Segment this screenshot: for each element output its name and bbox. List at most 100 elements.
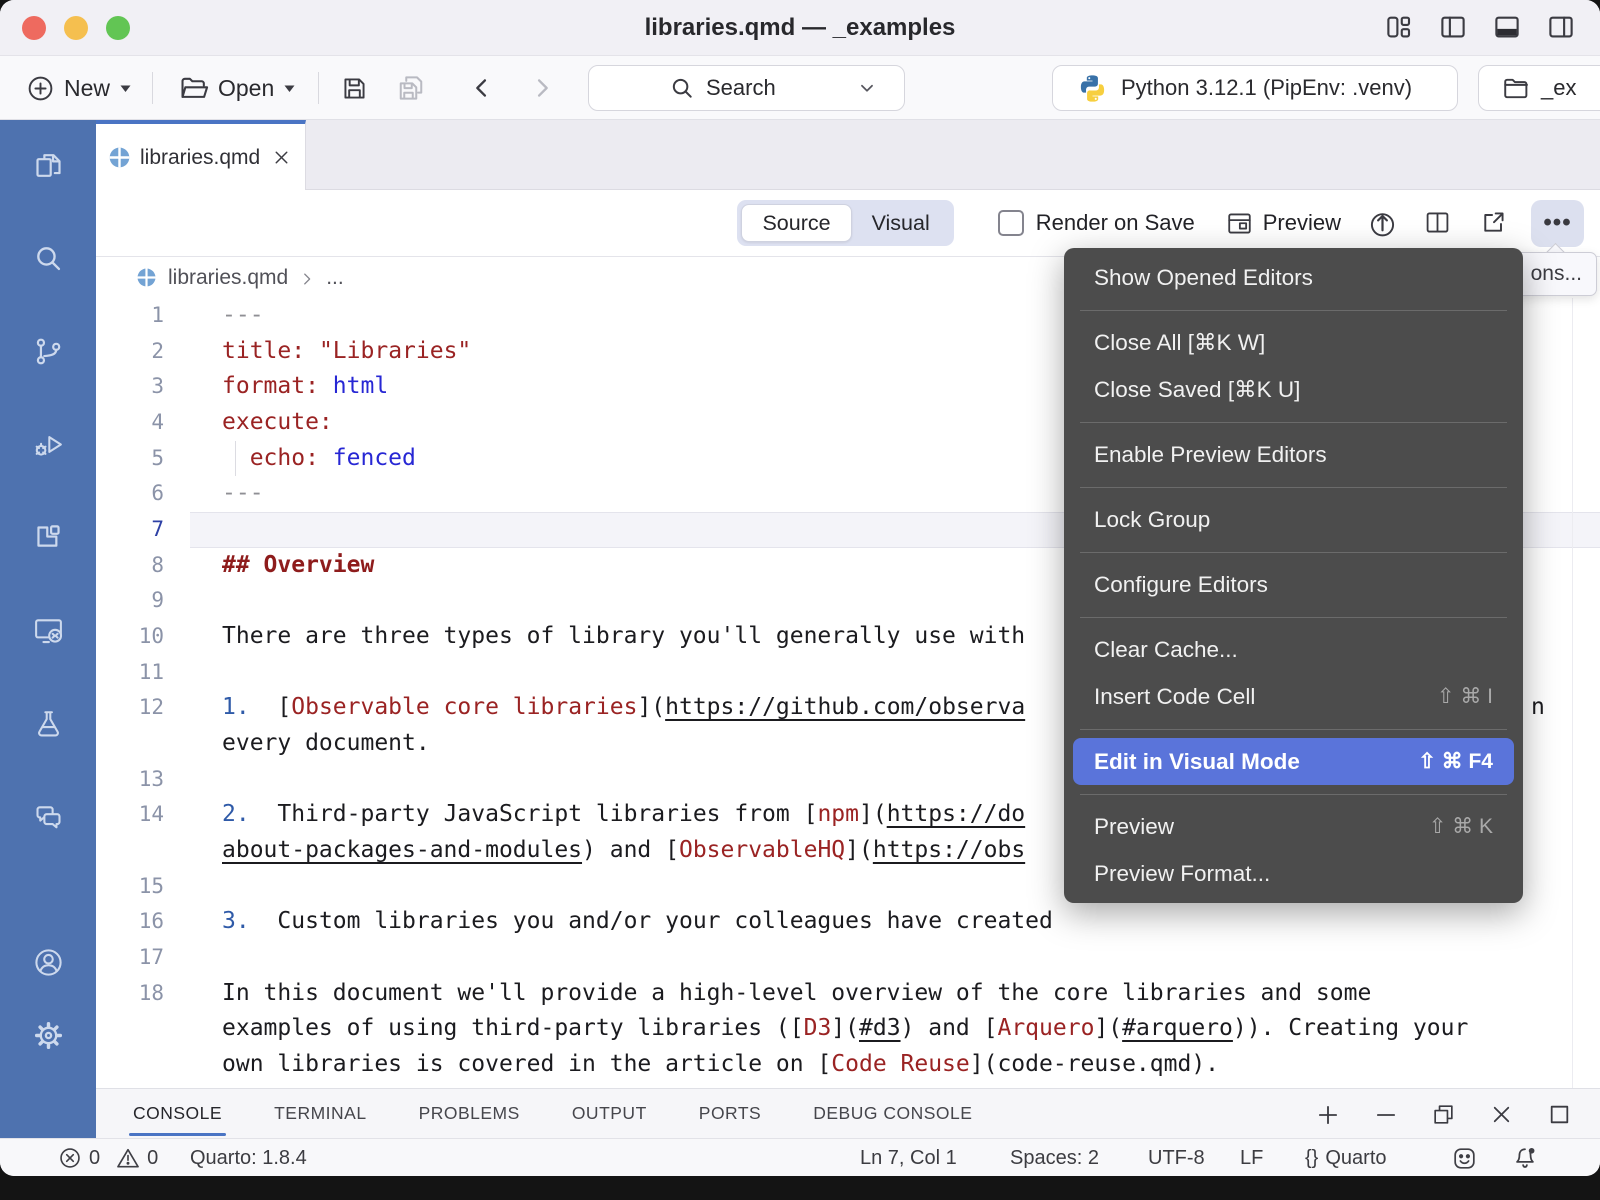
panel-restore-icon[interactable]	[1431, 1102, 1456, 1127]
menu-item-preview-format[interactable]: Preview Format...	[1064, 850, 1523, 897]
encoding-status[interactable]: UTF-8	[1148, 1139, 1205, 1176]
tab-close-icon[interactable]	[271, 147, 292, 168]
panel-close-icon[interactable]	[1489, 1102, 1514, 1127]
breadcrumb-ellipsis[interactable]: ...	[326, 266, 344, 290]
bottom-panel-tab-bar: CONSOLE TERMINAL PROBLEMS OUTPUT PORTS DEBUG …	[96, 1088, 1600, 1138]
menu-item-edit-in-visual-mode[interactable]: Edit in Visual Mode ⇧ ⌘ F4	[1073, 738, 1514, 785]
notifications-bell-icon	[1512, 1145, 1538, 1171]
toggle-left-sidebar-icon[interactable]	[1438, 12, 1470, 44]
menu-item-close-saved-k-u[interactable]: Close Saved [⌘K U]	[1064, 366, 1523, 413]
panel-tab-problems[interactable]: PROBLEMS	[419, 1089, 520, 1139]
menu-item-label: Configure Editors	[1094, 572, 1268, 598]
activity-item-account[interactable]	[26, 940, 70, 984]
open-label: Open	[218, 75, 274, 102]
menu-item-show-opened-editors[interactable]: Show Opened Editors	[1064, 254, 1523, 301]
panel-tab-output[interactable]: OUTPUT	[572, 1089, 647, 1139]
navigate-back-button[interactable]	[468, 56, 496, 120]
language-mode-status[interactable]: {} Quarto	[1305, 1139, 1387, 1176]
navigate-forward-button[interactable]	[528, 56, 556, 120]
eol-status[interactable]: LF	[1240, 1139, 1263, 1176]
activity-item-remote-explorer[interactable]	[26, 608, 70, 652]
status-bar: 0 0 Quarto: 1.8.4 Ln 7, Col 1 Spaces: 2 …	[0, 1138, 1600, 1176]
menu-item-configure-editors[interactable]: Configure Editors	[1064, 561, 1523, 608]
activity-item-explorer[interactable]	[26, 143, 70, 187]
indentation-status[interactable]: Spaces: 2	[1010, 1139, 1099, 1176]
line-number: 10	[96, 619, 164, 655]
run-and-debug-icon	[32, 428, 65, 461]
breadcrumb-chevron-icon	[298, 270, 316, 288]
editor-line[interactable]: 18In this document we'll provide a high-…	[96, 976, 1600, 1012]
notifications-button[interactable]	[1512, 1139, 1538, 1176]
interpreter-selector[interactable]: Python 3.12.1 (PipEnv: .venv)	[1052, 65, 1458, 111]
editor-line[interactable]: 163. Custom libraries you and/or your co…	[96, 904, 1600, 940]
menu-item-label: Edit in Visual Mode	[1094, 749, 1300, 775]
menu-item-lock-group[interactable]: Lock Group	[1064, 496, 1523, 543]
panel-tab-debug-console[interactable]: DEBUG CONSOLE	[813, 1089, 972, 1139]
errors-icon	[58, 1146, 82, 1170]
activity-item-chat[interactable]	[26, 794, 70, 838]
activity-item-source-control[interactable]	[26, 329, 70, 373]
publish-icon[interactable]	[1367, 208, 1397, 238]
activity-item-testing[interactable]	[26, 701, 70, 745]
quarto-file-icon	[108, 146, 131, 169]
toggle-bottom-panel-icon[interactable]	[1492, 12, 1524, 44]
panel-maximize-icon[interactable]	[1547, 1102, 1572, 1127]
feedback-button[interactable]	[1452, 1139, 1477, 1176]
menu-item-enable-preview-editors[interactable]: Enable Preview Editors	[1064, 431, 1523, 478]
menu-item-insert-code-cell[interactable]: Insert Code Cell⇧ ⌘ I	[1064, 673, 1523, 720]
panel-new-icon[interactable]	[1315, 1102, 1340, 1127]
customize-layout-icon[interactable]	[1384, 12, 1416, 44]
editor-line[interactable]: examples of using third-party libraries …	[96, 1011, 1600, 1047]
menu-item-close-all-k-w[interactable]: Close All [⌘K W]	[1064, 319, 1523, 366]
panel-tab-ports[interactable]: PORTS	[699, 1089, 761, 1139]
save-all-button[interactable]	[396, 56, 426, 120]
menu-divider	[1080, 794, 1507, 795]
editor-line[interactable]: own libraries is covered in the article …	[96, 1047, 1600, 1083]
workspace-selector[interactable]: _ex	[1478, 65, 1600, 111]
menu-item-shortcut: ⇧ ⌘ K	[1429, 814, 1493, 839]
workspace-folder-icon	[1501, 74, 1530, 103]
panel-tab-terminal[interactable]: TERMINAL	[274, 1089, 366, 1139]
cursor-position-status[interactable]: Ln 7, Col 1	[860, 1139, 957, 1176]
line-number: 18	[96, 976, 164, 1012]
panel-minimize-icon[interactable]	[1373, 1102, 1398, 1127]
main-toolbar: New Open Search Python 3.12.1	[0, 56, 1600, 120]
editor-line[interactable]: 17	[96, 940, 1600, 976]
warnings-count: 0	[147, 1147, 158, 1170]
menu-item-label: Close All [⌘K W]	[1094, 330, 1265, 356]
more-actions-button[interactable]: •••	[1531, 200, 1584, 247]
menu-item-shortcut: ⇧ ⌘ F4	[1418, 749, 1493, 774]
menu-item-clear-cache[interactable]: Clear Cache...	[1064, 626, 1523, 673]
window-title: libraries.qmd — _examples	[0, 0, 1600, 56]
toggle-right-sidebar-icon[interactable]	[1546, 12, 1578, 44]
activity-item-extensions[interactable]	[26, 515, 70, 559]
panel-tab-console[interactable]: CONSOLE	[133, 1089, 222, 1139]
new-label: New	[64, 75, 110, 102]
mode-visual-button[interactable]: Visual	[852, 204, 950, 242]
search-box[interactable]: Search	[588, 65, 905, 111]
breadcrumb-file[interactable]: libraries.qmd	[168, 266, 288, 290]
render-on-save-checkbox[interactable]	[998, 210, 1024, 236]
activity-item-settings[interactable]	[26, 1013, 70, 1057]
new-button[interactable]: New	[26, 56, 132, 120]
mode-source-button[interactable]: Source	[741, 204, 851, 242]
search-icon	[669, 75, 696, 102]
open-button[interactable]: Open	[178, 56, 296, 120]
line-number: 15	[96, 869, 164, 905]
line-number: 2	[96, 334, 164, 370]
line-number: 1	[96, 298, 164, 334]
open-external-icon[interactable]	[1479, 208, 1509, 238]
split-editor-icon[interactable]	[1423, 208, 1453, 238]
quarto-version-status[interactable]: Quarto: 1.8.4	[190, 1139, 307, 1176]
line-number: 13	[96, 762, 164, 798]
editor-action-bar: Source Visual Render on Save Preview •••	[96, 190, 1600, 257]
render-on-save-label: Render on Save	[1036, 210, 1195, 236]
preview-button[interactable]: Preview	[1225, 209, 1341, 238]
save-button[interactable]	[340, 56, 369, 120]
errors-count: 0	[89, 1147, 100, 1170]
problems-status[interactable]: 0 0	[58, 1139, 158, 1176]
activity-item-search[interactable]	[26, 236, 70, 280]
menu-item-preview[interactable]: Preview⇧ ⌘ K	[1064, 803, 1523, 850]
tab-libraries-qmd[interactable]: libraries.qmd	[96, 120, 306, 191]
activity-item-run-and-debug[interactable]	[26, 422, 70, 466]
